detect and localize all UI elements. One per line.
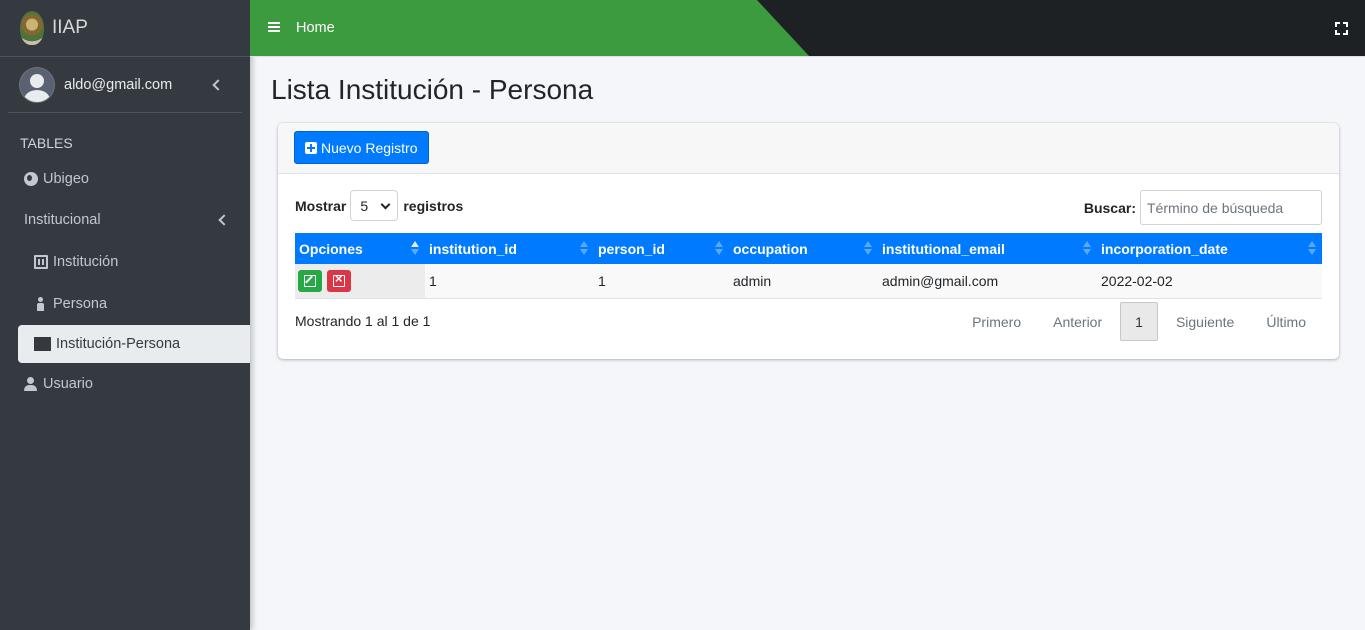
show-label: Mostrar — [295, 197, 347, 214]
sidebar-item-label: Persona — [53, 296, 108, 312]
sidebar-item-ubigeo[interactable]: Ubigeo — [18, 161, 250, 197]
sidebar-item-label: Ubigeo — [43, 171, 89, 187]
sidebar-item-institucion-persona[interactable]: Institución-Persona — [18, 325, 250, 363]
sidebar-item-label: Institucional — [24, 212, 101, 228]
search-control: Buscar: — [1084, 190, 1322, 225]
card-header: Nuevo Registro — [278, 123, 1339, 174]
pagination: Primero Anterior 1 Siguiente Último — [956, 302, 1322, 341]
globe-icon — [24, 172, 38, 186]
user-panel[interactable]: aldo@gmail.com — [8, 57, 242, 113]
sidebar-item-usuario[interactable]: Usuario — [18, 363, 250, 405]
sort-icon — [1083, 241, 1091, 255]
search-input[interactable] — [1140, 190, 1322, 225]
sort-icon — [411, 241, 419, 255]
content-card: Nuevo Registro Mostrar 5 registros Busca… — [278, 123, 1339, 359]
brand[interactable]: IIAP — [0, 0, 250, 57]
page-title: Lista Institución - Persona — [271, 74, 594, 105]
new-record-label: Nuevo Registro — [321, 139, 418, 156]
data-table: Opciones institution_id person_id occupa… — [295, 233, 1322, 299]
pagination-previous[interactable]: Anterior — [1037, 302, 1118, 341]
cell-occupation: admin — [729, 264, 878, 299]
user-icon — [24, 377, 38, 391]
pagination-page-1[interactable]: 1 — [1120, 302, 1158, 341]
pagination-last[interactable]: Último — [1250, 302, 1322, 341]
sort-icon — [1308, 241, 1316, 255]
brand-logo — [20, 11, 44, 45]
building-icon — [34, 255, 48, 269]
column-header-incorporation-date[interactable]: incorporation_date — [1097, 233, 1322, 264]
sidebar-item-persona[interactable]: Persona — [18, 283, 250, 325]
pagination-next[interactable]: Siguiente — [1160, 302, 1250, 341]
cell-institution-id: 1 — [425, 264, 594, 299]
nav-header: TABLES — [20, 135, 73, 151]
sidebar-item-institucion[interactable]: Institución — [18, 241, 250, 283]
menu-icon[interactable] — [268, 22, 280, 32]
search-label: Buscar: — [1083, 199, 1136, 216]
table-header-row: Opciones institution_id person_id occupa… — [295, 233, 1322, 264]
brand-name: IIAP — [52, 17, 88, 38]
column-header-institution-id[interactable]: institution_id — [425, 233, 594, 264]
column-header-institutional-email[interactable]: institutional_email — [878, 233, 1097, 264]
plus-square-icon — [305, 141, 317, 154]
records-label: registros — [403, 197, 464, 214]
sort-icon — [864, 241, 872, 255]
column-header-person-id[interactable]: person_id — [594, 233, 729, 264]
pagination-first[interactable]: Primero — [956, 302, 1037, 341]
page-length-value: 5 — [360, 197, 369, 214]
edit-icon[interactable] — [298, 269, 322, 292]
sort-icon — [715, 241, 723, 255]
table-row: 1 1 admin admin@gmail.com 2022-02-02 — [295, 264, 1322, 299]
top-navbar: Home — [250, 0, 1365, 57]
chevron-left-icon[interactable] — [212, 78, 224, 91]
cell-person-id: 1 — [594, 264, 729, 299]
avatar — [20, 67, 54, 102]
page-length-control: Mostrar 5 registros — [295, 190, 463, 221]
sidebar-item-label: Institución-Persona — [56, 336, 181, 352]
sidebar-item-label: Institución — [53, 254, 119, 270]
chevron-down-icon — [380, 199, 391, 210]
person-icon — [34, 297, 48, 311]
table-info: Mostrando 1 al 1 de 1 — [295, 313, 431, 329]
column-header-occupation[interactable]: occupation — [729, 233, 878, 264]
column-header-opciones[interactable]: Opciones — [295, 233, 425, 264]
building-user-icon — [34, 337, 51, 351]
chevron-left-icon — [218, 214, 230, 226]
page-length-select[interactable]: 5 — [350, 190, 399, 221]
sort-icon — [580, 241, 588, 255]
sidebar: IIAP aldo@gmail.com TABLES Ubigeo Instit… — [0, 0, 250, 630]
sidebar-item-institucional[interactable]: Institucional — [18, 199, 250, 241]
sidebar-item-label: Usuario — [43, 376, 93, 392]
user-email: aldo@gmail.com — [64, 76, 173, 93]
home-link[interactable]: Home — [296, 20, 335, 36]
row-actions — [295, 264, 425, 299]
cell-institutional-email: admin@gmail.com — [878, 264, 1097, 299]
cell-incorporation-date: 2022-02-02 — [1097, 264, 1322, 299]
fullscreen-icon[interactable] — [1335, 22, 1348, 35]
new-record-button[interactable]: Nuevo Registro — [294, 131, 429, 164]
delete-icon[interactable] — [326, 269, 351, 292]
